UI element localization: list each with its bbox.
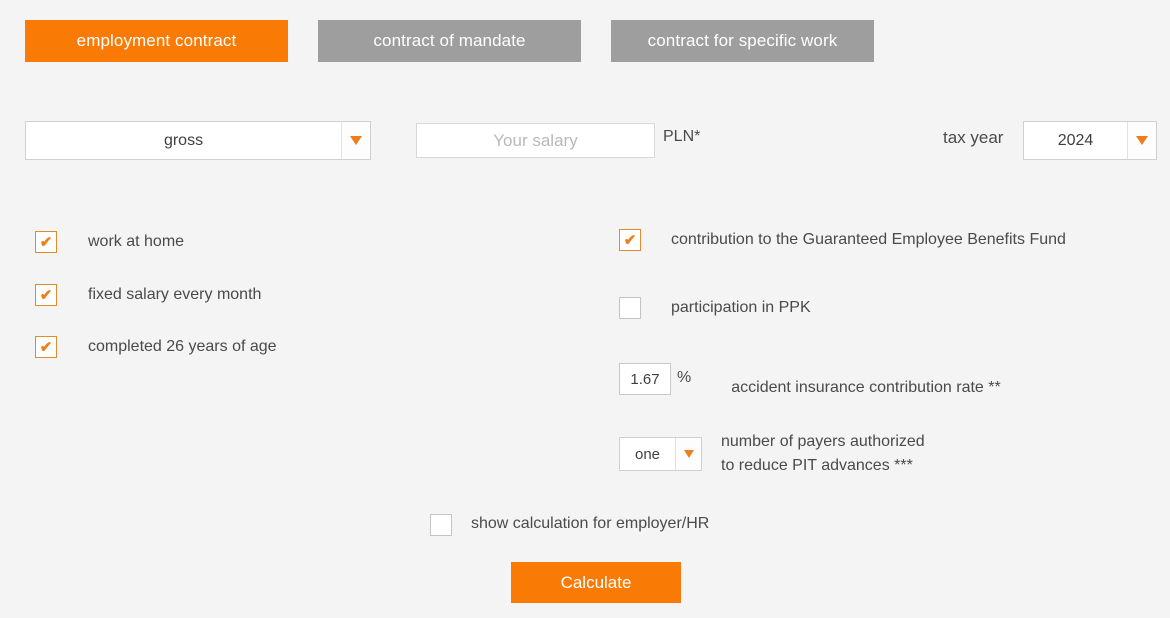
accident-rate-description: accident insurance contribution rate ** xyxy=(731,379,1001,396)
check-icon: ✔ xyxy=(39,233,53,251)
chevron-down-icon[interactable] xyxy=(675,438,701,470)
tab-contract-of-mandate-label: contract of mandate xyxy=(373,31,526,50)
checkbox-fixed-salary[interactable]: ✔ xyxy=(35,284,57,306)
option-show-calculation-label: show calculation for employer/HR xyxy=(471,515,710,532)
payers-count-value: one xyxy=(634,445,661,463)
checkbox-participation-ppk[interactable] xyxy=(619,297,641,319)
option-participation-ppk-label: participation in PPK xyxy=(671,299,811,316)
salary-mode-select[interactable]: gross xyxy=(25,121,371,160)
option-guaranteed-benefits-fund-label: contribution to the Guaranteed Employee … xyxy=(671,231,1066,248)
salary-input[interactable] xyxy=(416,123,655,158)
checkbox-completed-26-years[interactable]: ✔ xyxy=(35,336,57,358)
payers-count-select[interactable]: one xyxy=(619,437,702,471)
payers-description: number of payers authorized to reduce PI… xyxy=(721,430,925,478)
tab-contract-for-specific-work[interactable]: contract for specific work xyxy=(611,20,874,62)
tab-employment-contract[interactable]: employment contract xyxy=(25,20,288,62)
option-guaranteed-benefits-fund[interactable]: ✔ contribution to the Guaranteed Employe… xyxy=(619,228,1089,252)
tax-year-value: 2024 xyxy=(1057,131,1094,149)
caret-glyph xyxy=(350,136,362,145)
payers-row: one number of payers authorized to reduc… xyxy=(619,433,925,478)
chevron-down-icon[interactable] xyxy=(1127,122,1156,159)
left-options-column: ✔ work at home ✔ fixed salary every mont… xyxy=(35,230,555,359)
salary-form-row: gross PLN* tax year 2024 xyxy=(0,121,1170,163)
option-fixed-salary-label: fixed salary every month xyxy=(88,286,262,303)
salary-mode-value: gross xyxy=(163,131,204,149)
right-options-column: ✔ contribution to the Guaranteed Employe… xyxy=(619,228,1089,320)
check-icon: ✔ xyxy=(623,231,637,249)
option-completed-26-years-label: completed 26 years of age xyxy=(88,338,277,355)
percent-label: % xyxy=(677,369,692,386)
accident-insurance-row: % accident insurance contribution rate *… xyxy=(619,363,1001,397)
option-work-at-home[interactable]: ✔ work at home xyxy=(35,230,555,254)
currency-label: PLN* xyxy=(663,128,701,145)
option-show-calculation[interactable]: show calculation for employer/HR xyxy=(430,512,709,536)
caret-glyph xyxy=(683,450,694,458)
checkbox-guaranteed-benefits-fund[interactable]: ✔ xyxy=(619,229,641,251)
payers-description-line2: to reduce PIT advances *** xyxy=(721,457,913,474)
option-fixed-salary[interactable]: ✔ fixed salary every month xyxy=(35,283,555,307)
check-icon: ✔ xyxy=(39,338,53,356)
payers-description-line1: number of payers authorized xyxy=(721,433,925,450)
calculate-button[interactable]: Calculate xyxy=(511,562,681,603)
checkbox-show-calculation[interactable] xyxy=(430,513,452,536)
check-icon: ✔ xyxy=(39,286,53,304)
tab-contract-of-mandate[interactable]: contract of mandate xyxy=(318,20,581,62)
checkbox-work-at-home[interactable]: ✔ xyxy=(35,231,57,253)
option-completed-26-years[interactable]: ✔ completed 26 years of age xyxy=(35,335,555,359)
tab-employment-contract-label: employment contract xyxy=(76,31,237,50)
chevron-down-icon[interactable] xyxy=(341,122,370,159)
caret-glyph xyxy=(1136,136,1148,145)
tab-contract-for-specific-work-label: contract for specific work xyxy=(647,31,838,50)
option-participation-ppk[interactable]: participation in PPK xyxy=(619,296,1089,320)
contract-type-tabs: employment contract contract of mandate … xyxy=(25,20,874,62)
option-work-at-home-label: work at home xyxy=(88,233,185,250)
accident-rate-input[interactable] xyxy=(619,363,671,395)
tax-year-label: tax year xyxy=(943,128,1004,147)
tax-year-select[interactable]: 2024 xyxy=(1023,121,1157,160)
